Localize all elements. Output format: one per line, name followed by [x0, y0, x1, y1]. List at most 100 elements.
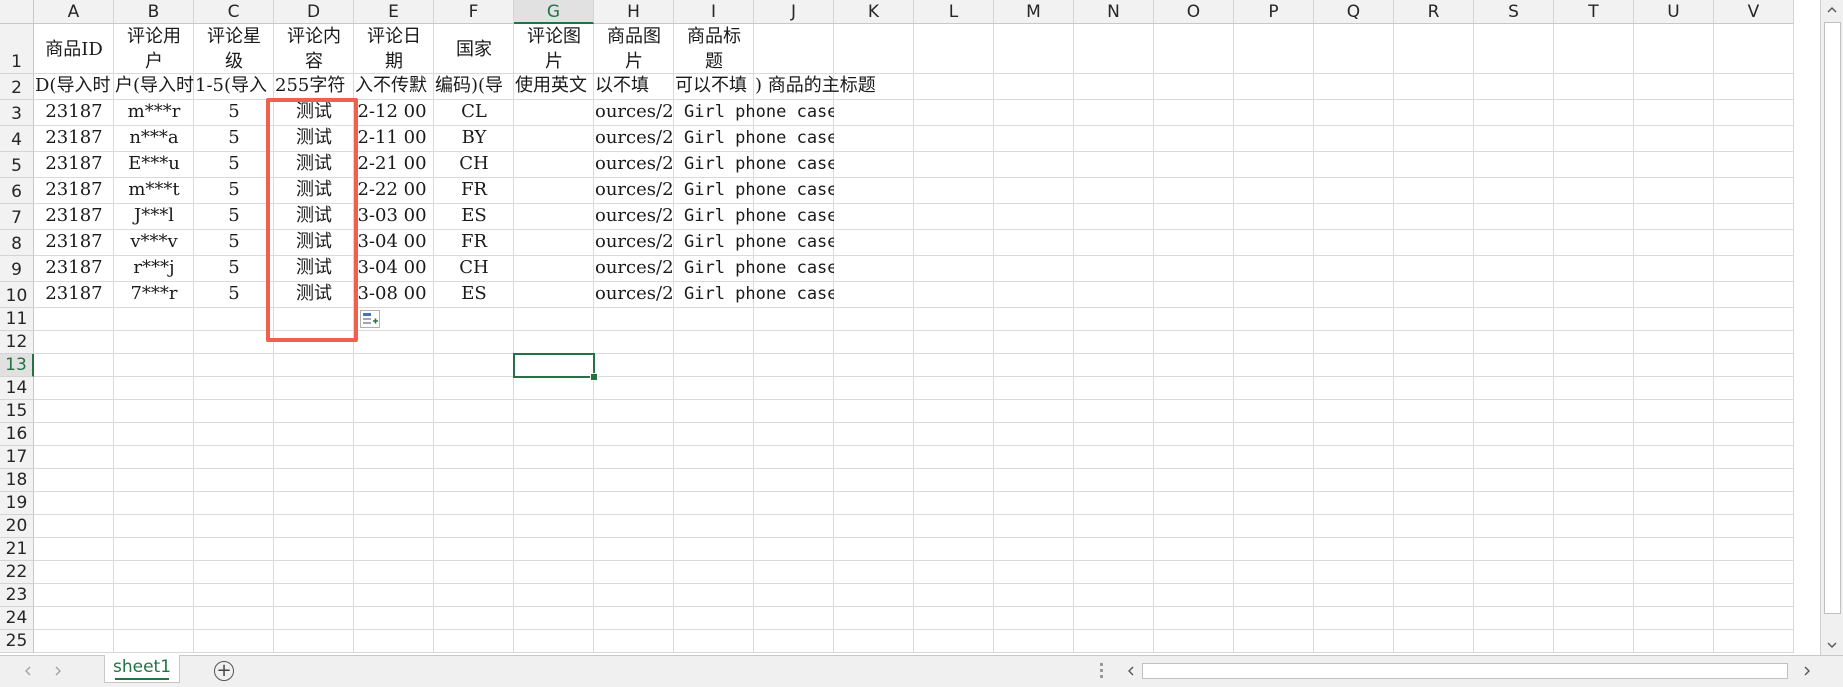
- cell-C2[interactable]: 1-5(导入: [194, 74, 274, 100]
- column-header-G[interactable]: G: [514, 0, 594, 24]
- cell-B3[interactable]: m***r: [114, 100, 194, 126]
- column-header-B[interactable]: B: [114, 0, 194, 24]
- scroll-up-icon[interactable]: [1821, 0, 1842, 20]
- row-header-13[interactable]: 13: [0, 354, 34, 377]
- column-header-Q[interactable]: Q: [1314, 0, 1394, 24]
- cell-B8[interactable]: v***v: [114, 230, 194, 256]
- add-sheet-icon[interactable]: +: [214, 661, 234, 681]
- cell-B6[interactable]: m***t: [114, 178, 194, 204]
- column-header-S[interactable]: S: [1474, 0, 1554, 24]
- scroll-left-icon[interactable]: [1120, 661, 1141, 681]
- row-header-10[interactable]: 10: [0, 282, 34, 308]
- header-cell-C[interactable]: 评论星级: [194, 24, 274, 74]
- cell-E6[interactable]: 02-22 00: [354, 178, 434, 204]
- header-cell-F[interactable]: 国家: [434, 24, 514, 74]
- row-header-1[interactable]: 1: [0, 24, 34, 74]
- row-header-7[interactable]: 7: [0, 204, 34, 230]
- cell-B5[interactable]: E***u: [114, 152, 194, 178]
- cell-E9[interactable]: 03-04 00: [354, 256, 434, 282]
- cell-B9[interactable]: r***j: [114, 256, 194, 282]
- cell-E2[interactable]: 入不传默: [354, 74, 434, 100]
- column-header-L[interactable]: L: [914, 0, 994, 24]
- next-sheet-icon[interactable]: [54, 666, 62, 676]
- cell-H3[interactable]: ources/2: [594, 100, 674, 126]
- vertical-scrollbar[interactable]: [1820, 0, 1843, 655]
- cell-B7[interactable]: J***l: [114, 204, 194, 230]
- row-header-8[interactable]: 8: [0, 230, 34, 256]
- header-cell-D[interactable]: 评论内容: [274, 24, 354, 74]
- row-header-17[interactable]: 17: [0, 446, 34, 469]
- cell-H4[interactable]: ources/2: [594, 126, 674, 152]
- row-header-6[interactable]: 6: [0, 178, 34, 204]
- row-header-18[interactable]: 18: [0, 469, 34, 492]
- column-header-I[interactable]: I: [674, 0, 754, 24]
- cell-C9[interactable]: 5: [194, 256, 274, 282]
- cell-A3[interactable]: 23187: [34, 100, 114, 126]
- cell-F4[interactable]: BY: [434, 126, 514, 152]
- header-cell-E[interactable]: 评论日期: [354, 24, 434, 74]
- column-header-C[interactable]: C: [194, 0, 274, 24]
- cell-C4[interactable]: 5: [194, 126, 274, 152]
- column-header-O[interactable]: O: [1154, 0, 1234, 24]
- cell-H2[interactable]: 以不填: [594, 74, 674, 100]
- column-header-D[interactable]: D: [274, 0, 354, 24]
- row-header-23[interactable]: 23: [0, 584, 34, 607]
- cell-A10[interactable]: 23187: [34, 282, 114, 308]
- cell-I3[interactable]: Girl phone case: [674, 100, 834, 126]
- row-header-20[interactable]: 20: [0, 515, 34, 538]
- cell-A2[interactable]: D(导入时: [34, 74, 114, 100]
- row-header-24[interactable]: 24: [0, 607, 34, 630]
- header-cell-I[interactable]: 商品标题: [674, 24, 754, 74]
- cell-E5[interactable]: 02-21 00: [354, 152, 434, 178]
- cell-H10[interactable]: ources/2: [594, 282, 674, 308]
- cell-A6[interactable]: 23187: [34, 178, 114, 204]
- cell-H9[interactable]: ources/2: [594, 256, 674, 282]
- cell-H6[interactable]: ources/2: [594, 178, 674, 204]
- cell-B10[interactable]: 7***r: [114, 282, 194, 308]
- cell-A5[interactable]: 23187: [34, 152, 114, 178]
- prev-sheet-icon[interactable]: [24, 666, 32, 676]
- cell-I8[interactable]: Girl phone case: [674, 230, 834, 256]
- cell-I4[interactable]: Girl phone case: [674, 126, 834, 152]
- column-header-N[interactable]: N: [1074, 0, 1154, 24]
- column-header-T[interactable]: T: [1554, 0, 1634, 24]
- row-header-9[interactable]: 9: [0, 256, 34, 282]
- cell-E7[interactable]: 03-03 00: [354, 204, 434, 230]
- header-cell-G[interactable]: 评论图片: [514, 24, 594, 74]
- cell-F2[interactable]: 编码)(导: [434, 74, 514, 100]
- cell-C3[interactable]: 5: [194, 100, 274, 126]
- row-header-25[interactable]: 25: [0, 630, 34, 653]
- cell-E8[interactable]: 03-04 00: [354, 230, 434, 256]
- row-header-11[interactable]: 11: [0, 308, 34, 331]
- cell-H7[interactable]: ources/2: [594, 204, 674, 230]
- horizontal-scroll-thumb[interactable]: [1142, 663, 1788, 679]
- cell-F6[interactable]: FR: [434, 178, 514, 204]
- row-header-5[interactable]: 5: [0, 152, 34, 178]
- cell-F7[interactable]: ES: [434, 204, 514, 230]
- sheet-tab-sheet1[interactable]: sheet1: [104, 655, 180, 683]
- fill-handle[interactable]: [590, 373, 598, 381]
- scroll-right-icon[interactable]: [1796, 661, 1817, 681]
- header-cell-H[interactable]: 商品图片: [594, 24, 674, 74]
- cell-F5[interactable]: CH: [434, 152, 514, 178]
- cell-E4[interactable]: 02-11 00: [354, 126, 434, 152]
- cell-F9[interactable]: CH: [434, 256, 514, 282]
- cell-C10[interactable]: 5: [194, 282, 274, 308]
- row-header-19[interactable]: 19: [0, 492, 34, 515]
- cell-C5[interactable]: 5: [194, 152, 274, 178]
- cell-C7[interactable]: 5: [194, 204, 274, 230]
- horizontal-scrollbar[interactable]: [1120, 661, 1820, 681]
- column-header-M[interactable]: M: [994, 0, 1074, 24]
- row-header-2[interactable]: 2: [0, 74, 34, 100]
- column-header-E[interactable]: E: [354, 0, 434, 24]
- column-header-V[interactable]: V: [1714, 0, 1794, 24]
- select-all-corner[interactable]: [0, 0, 34, 24]
- cell-H8[interactable]: ources/2: [594, 230, 674, 256]
- cell-I2[interactable]: 可以不填: [674, 74, 754, 100]
- column-header-H[interactable]: H: [594, 0, 674, 24]
- row-header-16[interactable]: 16: [0, 423, 34, 446]
- cell-B4[interactable]: n***a: [114, 126, 194, 152]
- cell-I9[interactable]: Girl phone case: [674, 256, 834, 282]
- cell-I10[interactable]: Girl phone case: [674, 282, 834, 308]
- cell-H5[interactable]: ources/2: [594, 152, 674, 178]
